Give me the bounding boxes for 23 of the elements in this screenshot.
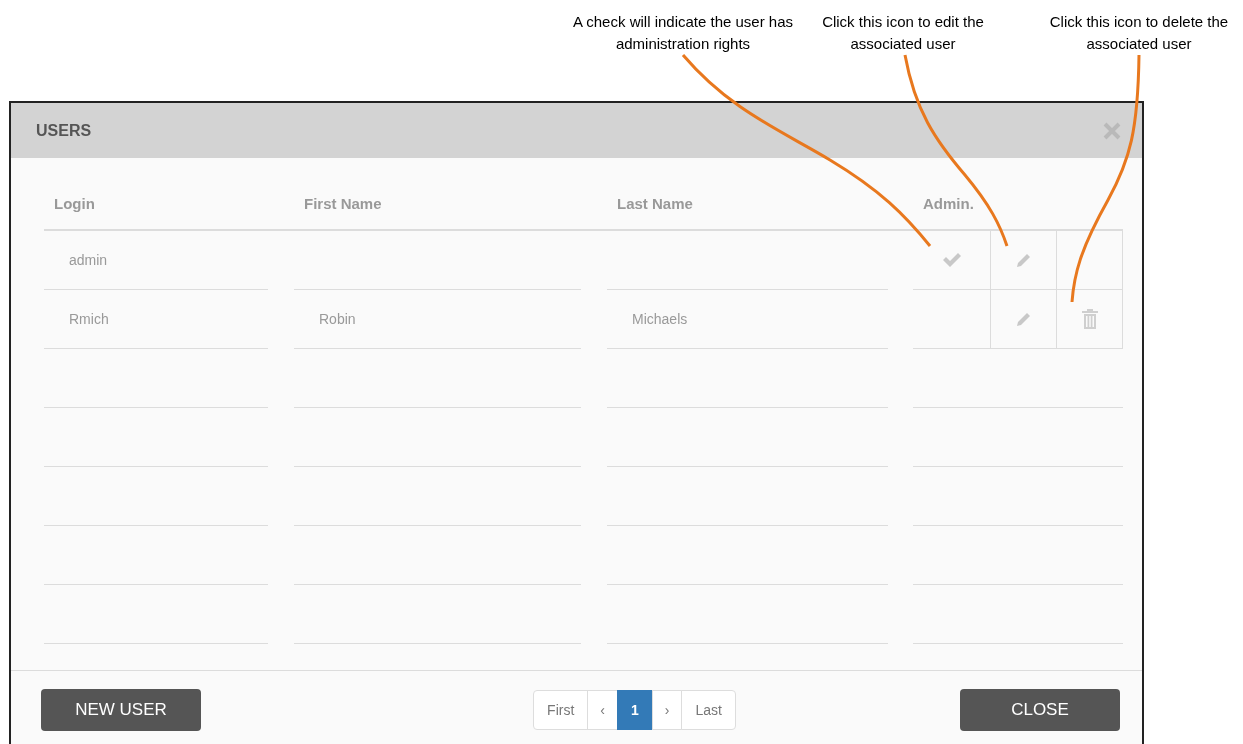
- annotation-text: Click this icon to edit the associated user: [821, 12, 985, 54]
- annotation-text: Click this icon to delete the associated user: [1048, 12, 1230, 54]
- table-cell-text: Rmich: [69, 309, 109, 329]
- trash-icon[interactable]: [1080, 308, 1099, 330]
- annotation-text: A check will indicate the user has administration rights: [571, 12, 795, 54]
- column-header: Last Name: [617, 195, 693, 212]
- pagination-button[interactable]: Last: [681, 690, 736, 730]
- table-cell-text: Michaels: [632, 309, 688, 329]
- column-header: First Name: [304, 195, 382, 212]
- pagination-button[interactable]: First: [533, 690, 589, 730]
- table-cell-text: Robin: [319, 309, 356, 329]
- column-header: Login: [54, 195, 95, 212]
- checkmark-icon: [941, 253, 962, 267]
- column-header: Admin.: [923, 195, 974, 212]
- close-icon[interactable]: [1103, 121, 1121, 140]
- dialog-title: USERS: [36, 120, 92, 141]
- table-cell-text: admin: [69, 250, 108, 270]
- pagination-button[interactable]: 1: [616, 690, 653, 730]
- close-button[interactable]: CLOSE: [960, 689, 1120, 731]
- pagination-button[interactable]: ‹: [587, 690, 618, 730]
- pencil-icon[interactable]: [1014, 310, 1033, 328]
- new-user-button[interactable]: NEW USER: [41, 689, 201, 731]
- pencil-icon[interactable]: [1014, 251, 1033, 269]
